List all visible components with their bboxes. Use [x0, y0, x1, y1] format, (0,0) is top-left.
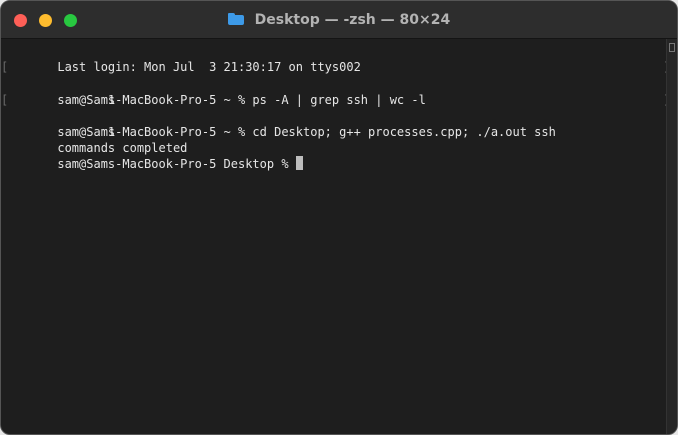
terminal-line: [ sam@Sams-MacBook-Pro-5 ~ % cd Desktop;… — [1, 92, 670, 139]
prompt-text: sam@Sams-MacBook-Pro-5 Desktop % — [57, 157, 296, 172]
scrollbar[interactable] — [666, 39, 677, 434]
mark-bracket-left: [ — [1, 60, 9, 75]
window-title-area: Desktop — -zsh — 80×24 — [1, 11, 677, 29]
terminal-line: [ sam@Sams-MacBook-Pro-5 ~ % ps -A | gre… — [1, 59, 670, 106]
text-cursor — [295, 156, 303, 171]
terminal-line: Last login: Mon Jul 3 21:30:17 on ttys00… — [14, 43, 667, 74]
terminal-line: commands completed — [14, 124, 667, 155]
terminal-line: 1 — [14, 75, 667, 107]
terminal-output[interactable]: Last login: Mon Jul 3 21:30:17 on ttys00… — [1, 39, 670, 434]
scroll-marker-icon — [669, 43, 675, 52]
prompt-line[interactable]: sam@Sams-MacBook-Pro-5 Desktop % — [14, 140, 667, 171]
mark-bracket-left: [ — [1, 92, 9, 107]
folder-icon — [227, 13, 244, 25]
terminal-window: Desktop — -zsh — 80×24 Last login: Mon J… — [0, 0, 678, 435]
window-title: Desktop — -zsh — 80×24 — [254, 12, 451, 28]
folder-icon-body — [227, 15, 244, 25]
title-bar[interactable]: Desktop — -zsh — 80×24 — [1, 1, 677, 39]
terminal-line: 1 — [14, 108, 667, 139]
